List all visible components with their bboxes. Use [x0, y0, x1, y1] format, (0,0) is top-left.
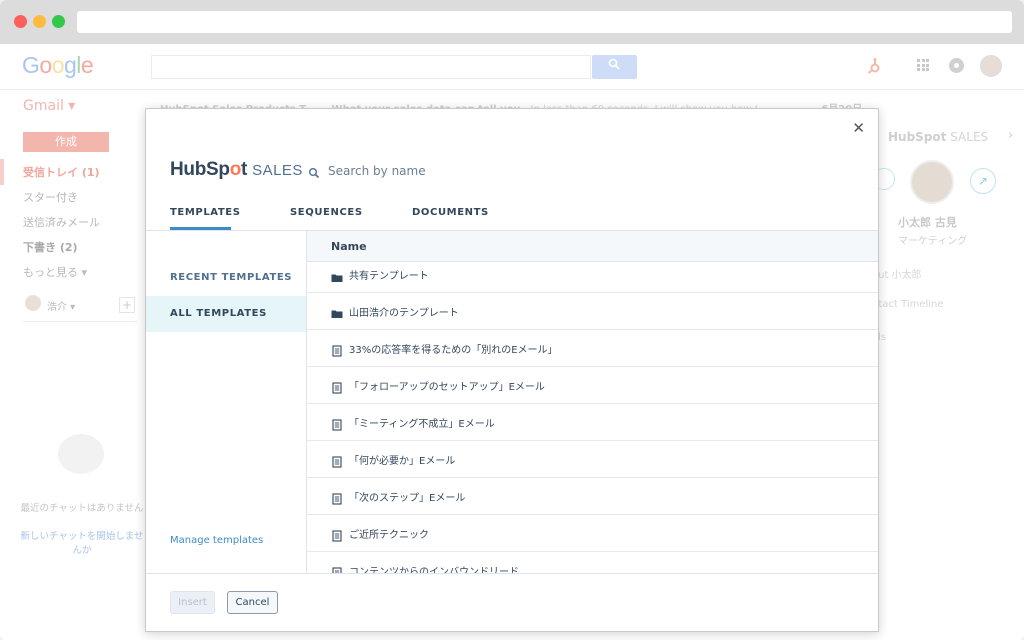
- list-item[interactable]: 「ミーティング不成立」Eメール: [307, 404, 878, 441]
- column-header-name[interactable]: Name: [307, 231, 878, 262]
- chat-bubble-icon: [58, 434, 104, 474]
- list-item-label: 「何が必要か」Eメール: [349, 456, 456, 467]
- list-item-label: ご近所テクニック: [349, 530, 429, 541]
- chat-user-avatar: [25, 295, 41, 311]
- list-item[interactable]: 「次のステップ」Eメール: [307, 478, 878, 515]
- manage-templates-link[interactable]: Manage templates: [170, 535, 263, 546]
- template-list: Name 共有テンプレート 山田浩介のテンプレート 33%の応答率を得るための「…: [307, 231, 878, 573]
- list-item[interactable]: 「何が必要か」Eメール: [307, 441, 878, 478]
- folder-icon: [331, 305, 343, 318]
- document-icon: [331, 416, 343, 431]
- contact-name: 小太郎 古見: [898, 216, 957, 229]
- list-item[interactable]: ご近所テクニック: [307, 515, 878, 552]
- hubspot-sales-logo: HubSpot SALES: [170, 159, 303, 180]
- chevron-right-icon[interactable]: ›: [1008, 128, 1013, 143]
- list-item-label: 33%の応答率を得るための「別れのEメール」: [349, 345, 558, 356]
- sidebar-divider: [23, 321, 137, 322]
- document-icon: [331, 527, 343, 542]
- search-icon: [608, 58, 620, 73]
- address-bar[interactable]: [77, 11, 1012, 33]
- list-item-label: 「次のステップ」Eメール: [349, 493, 466, 504]
- sidebar-item-all-templates[interactable]: ALL TEMPLATES: [146, 296, 306, 332]
- minimize-window-button[interactable]: [33, 15, 46, 28]
- contact-role: マーケティング: [898, 236, 968, 247]
- list-item-label: 「ミーティング不成立」Eメール: [349, 419, 495, 430]
- nav-drafts[interactable]: 下書き (2): [23, 239, 78, 255]
- browser-window: Google Gmail ▾ HubSpot Sales Products T …: [0, 0, 1024, 640]
- add-chat-icon[interactable]: +: [119, 297, 135, 313]
- maximize-window-button[interactable]: [52, 15, 65, 28]
- insert-button[interactable]: Insert: [170, 591, 215, 614]
- search-icon: [308, 164, 320, 179]
- title-bar: [0, 0, 1024, 44]
- list-item[interactable]: 山田浩介のテンプレート: [307, 293, 878, 330]
- list-item[interactable]: 共有テンプレート: [307, 262, 878, 293]
- document-icon: [331, 453, 343, 468]
- cancel-button[interactable]: Cancel: [227, 591, 278, 614]
- sidebar-hubspot-logo: HubSpot SALES: [888, 130, 989, 144]
- start-chat-link[interactable]: 新しいチャットを開始しませんか: [20, 530, 144, 558]
- document-icon: [331, 564, 343, 573]
- tab-templates[interactable]: TEMPLATES: [170, 207, 241, 218]
- list-item[interactable]: 「フォローアップのセットアップ」Eメール: [307, 367, 878, 404]
- list-item-label: 共有テンプレート: [349, 271, 429, 282]
- open-contact-icon[interactable]: ↗: [970, 168, 996, 194]
- tab-documents[interactable]: DOCUMENTS: [412, 207, 489, 218]
- list-item[interactable]: コンテンツからのインバウンドリード: [307, 552, 878, 573]
- apps-grid-icon[interactable]: [917, 59, 929, 71]
- template-search-input[interactable]: [328, 161, 628, 181]
- document-icon: [331, 342, 343, 357]
- gmail-label[interactable]: Gmail ▾: [23, 98, 75, 114]
- account-avatar[interactable]: [980, 55, 1002, 77]
- notifications-icon[interactable]: [949, 58, 964, 73]
- google-logo[interactable]: Google: [22, 52, 94, 79]
- contact-about[interactable]: out 小太郎: [872, 266, 922, 281]
- document-icon: [331, 490, 343, 505]
- inbox-indicator: [0, 159, 4, 185]
- list-item-label: 「フォローアップのセットアップ」Eメール: [349, 382, 545, 393]
- close-window-button[interactable]: [14, 15, 27, 28]
- tab-sequences[interactable]: SEQUENCES: [290, 207, 363, 218]
- close-icon[interactable]: ✕: [852, 119, 865, 137]
- sidebar-item-recent-templates[interactable]: RECENT TEMPLATES: [146, 260, 306, 296]
- contact-timeline[interactable]: ntact Timeline: [872, 299, 944, 310]
- compose-button[interactable]: 作成: [23, 132, 109, 152]
- modal-footer: Insert Cancel: [146, 573, 878, 631]
- templates-modal: ✕ HubSpotSALES TEMPLATES SEQUENCES DOCUM…: [145, 108, 879, 632]
- gmail-search-button[interactable]: [592, 55, 637, 79]
- gmail-header: Google: [0, 44, 1024, 90]
- gmail-search-input[interactable]: [151, 55, 591, 79]
- list-item-label: コンテンツからのインバウンドリード: [349, 567, 519, 573]
- nav-inbox[interactable]: 受信トレイ (1): [23, 164, 100, 180]
- contact-avatar: [910, 160, 954, 204]
- nav-starred[interactable]: スター付き: [23, 189, 78, 205]
- folder-icon: [331, 269, 343, 282]
- list-item-label: 山田浩介のテンプレート: [349, 308, 459, 319]
- chat-user-name[interactable]: 浩介 ▾: [47, 298, 75, 313]
- chat-empty-text: 最近のチャットはありません: [20, 503, 144, 514]
- list-item[interactable]: 33%の応答率を得るための「別れのEメール」: [307, 330, 878, 367]
- hubspot-sprocket-icon[interactable]: [866, 57, 884, 75]
- nav-more[interactable]: もっと見る ▾: [23, 264, 87, 280]
- template-sidebar: RECENT TEMPLATES ALL TEMPLATES Manage te…: [146, 231, 307, 573]
- document-icon: [331, 379, 343, 394]
- nav-sent[interactable]: 送信済みメール: [23, 214, 100, 230]
